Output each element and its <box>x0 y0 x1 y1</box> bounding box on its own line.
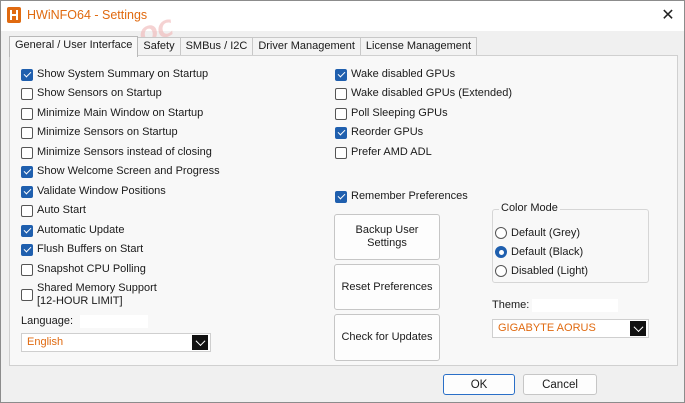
option-label: Remember Preferences <box>351 190 468 202</box>
option-label-line2: [12-HOUR LIMIT] <box>37 295 123 307</box>
checkbox[interactable] <box>21 127 33 139</box>
option-prefer-amd-adl[interactable]: Prefer AMD ADL <box>335 146 432 159</box>
option-label: Wake disabled GPUs <box>351 68 456 80</box>
option-label: Flush Buffers on Start <box>37 243 144 255</box>
option-label: Auto Start <box>37 204 86 216</box>
option-flush-buffers[interactable]: Flush Buffers on Start <box>21 243 143 256</box>
option-show-system-summary[interactable]: Show System Summary on Startup <box>21 68 208 81</box>
settings-window: HWiNFO64 - Settings ✕ Windows OC General… <box>0 0 685 403</box>
tab-general-user-interface[interactable]: General / User Interface <box>9 36 139 57</box>
button-label: Backup User Settings <box>356 224 419 250</box>
radio-button[interactable] <box>495 227 507 239</box>
option-label: Show Welcome Screen and Progress <box>37 165 220 177</box>
color-mode-title: Color Mode <box>499 202 560 214</box>
cancel-button[interactable]: Cancel <box>523 374 597 395</box>
color-mode-group: Color Mode Default (Grey) Default (Black… <box>492 202 649 283</box>
option-auto-start[interactable]: Auto Start <box>21 204 86 217</box>
tab-safety[interactable]: Safety <box>137 37 181 56</box>
check-for-updates-button[interactable]: Check for Updates <box>334 314 440 361</box>
option-label: Wake disabled GPUs (Extended) <box>351 87 512 99</box>
checkbox[interactable] <box>21 264 33 276</box>
button-label-line1: Backup User <box>355 224 419 236</box>
option-snapshot-cpu-polling[interactable]: Snapshot CPU Polling <box>21 263 146 276</box>
option-label: Minimize Sensors on Startup <box>37 126 178 138</box>
option-shared-memory-support[interactable]: Shared Memory Support [12-HOUR LIMIT] <box>21 282 157 308</box>
option-wake-disabled-gpus-extended[interactable]: Wake disabled GPUs (Extended) <box>335 87 512 100</box>
option-label: Show Sensors on Startup <box>37 87 162 99</box>
option-remember-preferences[interactable]: Remember Preferences <box>335 190 468 203</box>
language-hint-box <box>80 315 148 328</box>
checkbox[interactable] <box>335 108 347 120</box>
checkbox[interactable] <box>335 147 347 159</box>
window-title: HWiNFO64 - Settings <box>27 8 148 22</box>
option-poll-sleeping-gpus[interactable]: Poll Sleeping GPUs <box>335 107 448 120</box>
radio-label: Default (Grey) <box>511 227 581 239</box>
checkbox[interactable] <box>21 205 33 217</box>
radio-button[interactable] <box>495 265 507 277</box>
checkbox[interactable] <box>21 166 33 178</box>
option-label: Validate Window Positions <box>37 185 166 197</box>
option-validate-window-positions[interactable]: Validate Window Positions <box>21 185 166 198</box>
tab-driver-management[interactable]: Driver Management <box>252 37 361 56</box>
reset-preferences-button[interactable]: Reset Preferences <box>334 264 440 310</box>
checkbox[interactable] <box>335 88 347 100</box>
radio-default-black[interactable]: Default (Black) <box>495 246 583 258</box>
theme-hint-box <box>532 299 618 312</box>
theme-value: GIGABYTE AORUS <box>498 322 596 334</box>
option-minimize-instead-of-closing[interactable]: Minimize Sensors instead of closing <box>21 146 212 159</box>
radio-label: Disabled (Light) <box>511 265 589 277</box>
tab-license-management[interactable]: License Management <box>359 37 478 56</box>
ok-button[interactable]: OK <box>443 374 515 395</box>
option-label: Shared Memory Support [12-HOUR LIMIT] <box>37 282 157 308</box>
checkbox[interactable] <box>335 127 347 139</box>
option-label: Snapshot CPU Polling <box>37 263 146 275</box>
tab-smbus-i2c[interactable]: SMBus / I2C <box>179 37 254 56</box>
option-minimize-main-window[interactable]: Minimize Main Window on Startup <box>21 107 203 120</box>
checkbox[interactable] <box>335 69 347 81</box>
option-minimize-sensors[interactable]: Minimize Sensors on Startup <box>21 126 178 139</box>
close-button[interactable]: ✕ <box>651 1 685 29</box>
chevron-down-icon[interactable] <box>630 321 646 336</box>
option-reorder-gpus[interactable]: Reorder GPUs <box>335 126 423 139</box>
hwinfo-app-icon <box>7 7 21 23</box>
title-bar[interactable]: HWiNFO64 - Settings ✕ <box>1 1 684 31</box>
theme-label: Theme: <box>492 299 530 311</box>
radio-label: Default (Black) <box>511 246 584 258</box>
option-wake-disabled-gpus[interactable]: Wake disabled GPUs <box>335 68 455 81</box>
checkbox[interactable] <box>21 225 33 237</box>
checkbox[interactable] <box>21 88 33 100</box>
checkbox[interactable] <box>335 191 347 203</box>
language-label: Language: <box>21 315 73 327</box>
option-automatic-update[interactable]: Automatic Update <box>21 224 124 237</box>
option-label: Show System Summary on Startup <box>37 68 209 80</box>
theme-select[interactable]: GIGABYTE AORUS <box>492 319 649 338</box>
checkbox[interactable] <box>21 108 33 120</box>
checkbox[interactable] <box>21 186 33 198</box>
checkbox[interactable] <box>21 289 33 301</box>
language-select[interactable]: English <box>21 333 211 352</box>
option-show-sensors[interactable]: Show Sensors on Startup <box>21 87 162 100</box>
option-label: Reorder GPUs <box>351 126 424 138</box>
radio-disabled-light[interactable]: Disabled (Light) <box>495 265 588 277</box>
backup-user-settings-button[interactable]: Backup User Settings <box>334 214 440 260</box>
radio-button[interactable] <box>495 246 507 258</box>
tab-bar: General / User Interface Safety SMBus / … <box>9 36 478 57</box>
checkbox[interactable] <box>21 147 33 159</box>
radio-default-grey[interactable]: Default (Grey) <box>495 227 580 239</box>
close-icon: ✕ <box>661 7 675 24</box>
checkbox[interactable] <box>21 244 33 256</box>
language-value: English <box>27 336 64 348</box>
option-label: Minimize Main Window on Startup <box>37 107 204 119</box>
option-welcome-screen[interactable]: Show Welcome Screen and Progress <box>21 165 220 178</box>
button-label-line2: Settings <box>367 237 407 249</box>
chevron-down-icon[interactable] <box>192 335 208 350</box>
option-label: Automatic Update <box>37 224 125 236</box>
option-label: Minimize Sensors instead of closing <box>37 146 212 158</box>
tab-panel: Show System Summary on Startup Show Sens… <box>9 55 678 366</box>
option-label-line1: Shared Memory Support <box>37 282 157 294</box>
option-label: Prefer AMD ADL <box>351 146 432 158</box>
option-label: Poll Sleeping GPUs <box>351 107 448 119</box>
checkbox[interactable] <box>21 69 33 81</box>
